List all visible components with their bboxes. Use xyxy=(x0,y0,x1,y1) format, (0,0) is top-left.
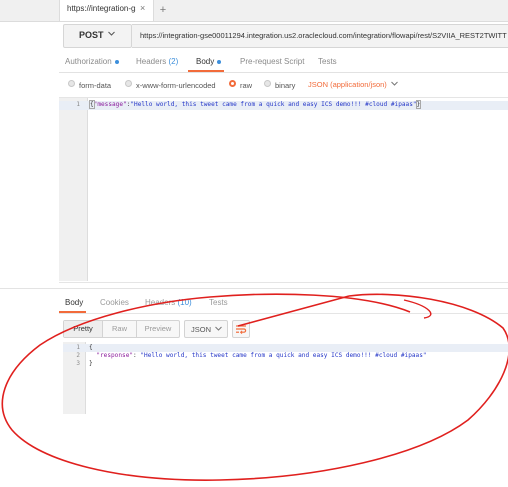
json-open-brace: { xyxy=(89,344,93,351)
raw-button[interactable]: Raw xyxy=(103,321,137,337)
tab-body-label: Body xyxy=(196,57,215,66)
method-select[interactable]: POST xyxy=(63,24,132,48)
response-tab-cookies[interactable]: Cookies xyxy=(100,298,129,307)
tab-tests[interactable]: Tests xyxy=(318,57,337,66)
request-body-editor[interactable] xyxy=(59,97,508,283)
tab-headers[interactable]: Headers (2) xyxy=(136,57,178,66)
chevron-down-icon[interactable] xyxy=(390,79,399,90)
view-mode-group: Pretty Raw Preview xyxy=(63,320,180,338)
tab-authorization-label: Authorization xyxy=(65,57,112,66)
bracket: } xyxy=(415,100,422,109)
status-dot-icon xyxy=(217,59,222,64)
response-tab-tests[interactable]: Tests xyxy=(209,298,228,307)
line-number-gutter xyxy=(59,98,88,281)
request-tab-label: https://integration-gse xyxy=(67,4,136,13)
line-number: 2 xyxy=(76,352,80,359)
json-line: "response": "Hello world, this tweet cam… xyxy=(96,352,427,359)
radio-form-data-label: form-data xyxy=(79,81,112,90)
divider xyxy=(59,313,508,314)
line-numbers: 123 xyxy=(63,344,80,368)
request-tab[interactable]: https://integration-gse × xyxy=(59,0,154,21)
url-text: https://integration-gse00011294.integrat… xyxy=(140,31,507,40)
pretty-button[interactable]: Pretty xyxy=(64,321,103,337)
radio-raw[interactable] xyxy=(229,80,236,87)
wrap-lines-button[interactable] xyxy=(232,320,250,338)
method-label: POST xyxy=(79,30,104,40)
radio-raw-label: raw xyxy=(240,81,253,90)
divider xyxy=(59,72,508,73)
response-tab-headers-label: Headers xyxy=(145,298,176,307)
preview-button[interactable]: Preview xyxy=(137,321,179,337)
response-tab-headers[interactable]: Headers (10) xyxy=(145,298,192,307)
radio-binary[interactable] xyxy=(264,80,271,87)
tab-authorization[interactable]: Authorization xyxy=(65,57,119,66)
close-tab-icon[interactable]: × xyxy=(140,3,145,13)
headers-count: (10) xyxy=(177,298,192,307)
chevron-down-icon xyxy=(214,324,223,335)
format-label: JSON xyxy=(191,325,212,334)
status-dot-icon xyxy=(114,59,119,64)
tab-body[interactable]: Body xyxy=(196,57,222,66)
radio-form-data[interactable] xyxy=(68,80,75,87)
response-tab-body[interactable]: Body xyxy=(65,298,83,307)
response-body-code[interactable]: { "response": "Hello world, this tweet c… xyxy=(89,344,427,368)
content-type-select[interactable]: JSON (application/json) xyxy=(308,80,387,89)
headers-count: (2) xyxy=(168,57,179,66)
format-select[interactable]: JSON xyxy=(184,320,228,338)
json-key: "response" xyxy=(96,352,134,359)
radio-urlencoded[interactable] xyxy=(125,80,132,87)
tab-headers-label: Headers xyxy=(136,57,167,66)
request-body-code[interactable]: {"message":"Hello world, this tweet came… xyxy=(89,100,422,109)
json-key: "message" xyxy=(93,101,127,108)
radio-urlencoded-label: x-www-form-urlencoded xyxy=(136,81,216,90)
json-value: "Hello world, this tweet came from a qui… xyxy=(130,101,417,108)
line-number: 3 xyxy=(76,360,80,367)
pane-divider[interactable] xyxy=(0,288,508,289)
tab-pre-request-script[interactable]: Pre-request Script xyxy=(240,57,304,66)
line-number: 1 xyxy=(76,344,80,351)
wrap-lines-icon xyxy=(236,325,247,334)
new-tab-icon[interactable]: + xyxy=(156,3,170,17)
json-close-brace: } xyxy=(89,360,93,367)
radio-binary-label: binary xyxy=(275,81,296,90)
json-value: "Hello world, this tweet came from a qui… xyxy=(140,352,427,359)
line-number: 1 xyxy=(76,101,80,108)
url-input[interactable]: https://integration-gse00011294.integrat… xyxy=(132,24,508,48)
chevron-down-icon xyxy=(107,29,116,40)
